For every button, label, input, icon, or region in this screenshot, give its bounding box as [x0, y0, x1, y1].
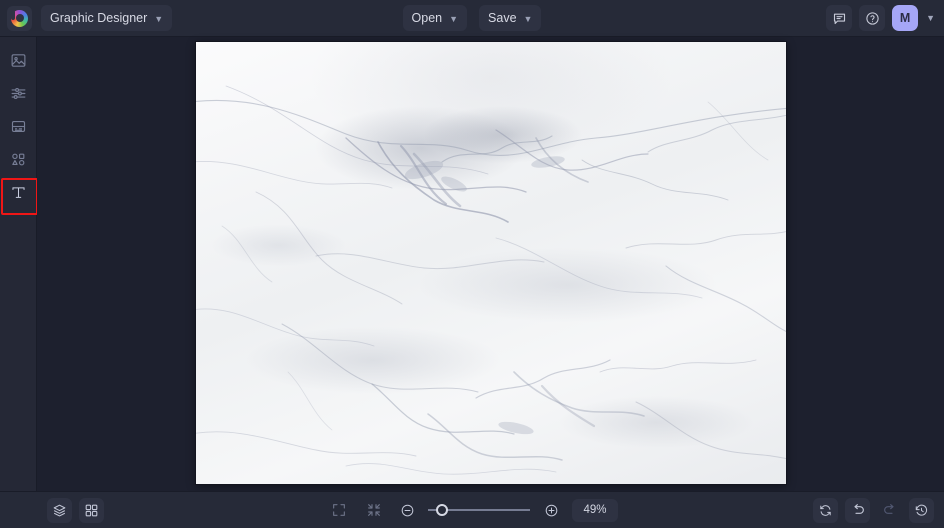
open-button[interactable]: Open ▼	[403, 5, 468, 31]
sidebar-item-layout-tool[interactable]	[2, 112, 35, 145]
canvas-area[interactable]	[37, 37, 944, 491]
history-clock-icon[interactable]	[909, 498, 934, 523]
save-button-label: Save	[488, 11, 517, 25]
minus-circle-icon[interactable]	[396, 499, 418, 521]
open-button-label: Open	[412, 11, 443, 25]
chevron-down-icon: ▼	[449, 15, 458, 24]
chevron-down-icon[interactable]: ▼	[925, 13, 935, 23]
artboard-marble-texture[interactable]	[196, 42, 786, 484]
avatar-initial: M	[900, 11, 910, 25]
chevron-down-icon: ▼	[154, 15, 163, 24]
zoom-slider[interactable]	[428, 499, 530, 521]
layout-icon	[10, 118, 27, 140]
bottom-toolbar: 49%	[0, 491, 944, 528]
chat-bubble-icon[interactable]	[826, 5, 852, 31]
grid-four-squares-icon[interactable]	[79, 498, 104, 523]
pixlr-color-wheel-logo-icon[interactable]	[7, 6, 32, 31]
sliders-icon	[10, 85, 27, 107]
zoom-slider-handle[interactable]	[436, 504, 448, 516]
shapes-icon	[10, 151, 27, 173]
chevron-down-icon: ▼	[524, 15, 533, 24]
plus-circle-icon[interactable]	[540, 499, 562, 521]
app-body	[0, 37, 944, 491]
sidebar-item-image-tool[interactable]	[2, 46, 35, 79]
workspace-selector-label: Graphic Designer	[50, 11, 147, 25]
image-icon	[10, 52, 27, 74]
text-t-icon	[9, 183, 28, 207]
save-button[interactable]: Save ▼	[479, 5, 541, 31]
topbar-right-group: M ▼	[826, 5, 944, 31]
refresh-arrows-icon[interactable]	[813, 498, 838, 523]
zoom-controls: 49%	[0, 492, 944, 528]
sidebar-item-adjust-tool[interactable]	[2, 79, 35, 112]
undo-arrow-icon[interactable]	[845, 498, 870, 523]
bottombar-right-group	[813, 498, 944, 523]
avatar[interactable]: M	[892, 5, 918, 31]
layers-stack-icon[interactable]	[47, 498, 72, 523]
marble-vein-texture	[196, 42, 786, 484]
zoom-level-value[interactable]: 49%	[572, 499, 618, 522]
tool-sidebar	[0, 37, 37, 491]
fit-screen-icon[interactable]	[326, 498, 351, 523]
workspace-selector[interactable]: Graphic Designer ▼	[41, 5, 172, 31]
sidebar-item-text-tool[interactable]	[2, 178, 35, 211]
collapse-arrows-icon[interactable]	[361, 498, 386, 523]
top-toolbar: Graphic Designer ▼ Open ▼ Save ▼	[0, 0, 944, 37]
logo-ring	[11, 10, 28, 27]
question-circle-icon[interactable]	[859, 5, 885, 31]
bottombar-left-group	[0, 498, 104, 523]
app-window: Graphic Designer ▼ Open ▼ Save ▼	[0, 0, 944, 528]
redo-arrow-icon[interactable]	[877, 498, 902, 523]
sidebar-item-element-tool[interactable]	[2, 145, 35, 178]
topbar-left-group: Graphic Designer ▼	[0, 5, 172, 31]
